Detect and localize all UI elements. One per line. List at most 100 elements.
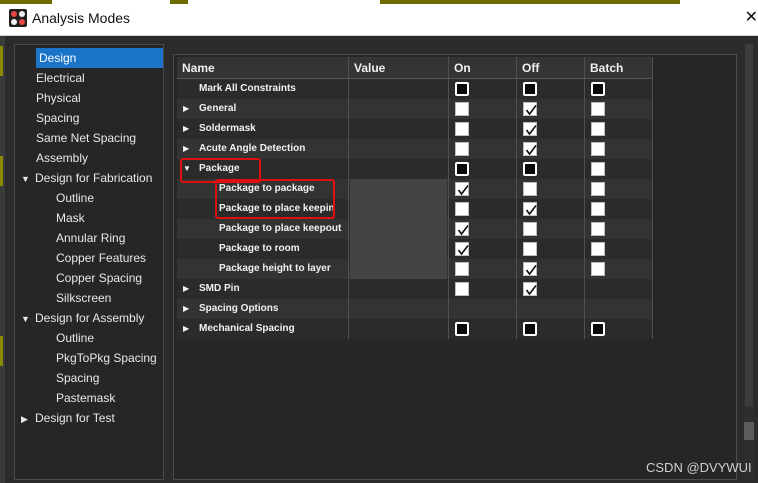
- value-cell[interactable]: [349, 319, 449, 339]
- value-cell[interactable]: [349, 279, 449, 299]
- sidebar-item[interactable]: Electrical: [36, 68, 85, 88]
- off-checkbox[interactable]: [523, 102, 537, 116]
- value-field[interactable]: [350, 179, 447, 199]
- on-checkbox[interactable]: [455, 82, 469, 96]
- grid-row[interactable]: Package to room: [177, 239, 653, 259]
- batch-checkbox[interactable]: [591, 122, 605, 136]
- grid-row[interactable]: Mark All Constraints: [177, 79, 653, 99]
- close-icon[interactable]: ✕: [744, 8, 758, 28]
- sidebar-item[interactable]: Spacing: [56, 368, 99, 388]
- on-checkbox[interactable]: [455, 102, 469, 116]
- batch-checkbox[interactable]: [591, 322, 605, 336]
- grid-row[interactable]: ▶ Mechanical Spacing: [177, 319, 653, 339]
- value-field[interactable]: [350, 219, 447, 239]
- sidebar-item[interactable]: Silkscreen: [56, 288, 111, 308]
- value-cell[interactable]: [349, 239, 449, 259]
- value-cell[interactable]: [349, 199, 449, 219]
- column-header-on[interactable]: On: [449, 57, 517, 79]
- off-checkbox[interactable]: [523, 262, 537, 276]
- column-header-name[interactable]: Name: [177, 57, 349, 79]
- expand-icon[interactable]: ▶: [183, 139, 189, 159]
- batch-checkbox[interactable]: [591, 142, 605, 156]
- column-header-batch[interactable]: Batch: [585, 57, 653, 79]
- value-cell[interactable]: [349, 299, 449, 319]
- grid-row[interactable]: ▶ SMD Pin: [177, 279, 653, 299]
- batch-checkbox[interactable]: [591, 202, 605, 216]
- value-cell[interactable]: [349, 259, 449, 279]
- expand-icon[interactable]: ▶: [183, 119, 189, 139]
- sidebar-item[interactable]: ▶ Design for Test: [21, 408, 115, 428]
- on-checkbox[interactable]: [455, 262, 469, 276]
- expand-right-icon[interactable]: ▶: [21, 409, 35, 429]
- sidebar-item[interactable]: Same Net Spacing: [36, 128, 136, 148]
- scrollbar-track[interactable]: [745, 44, 753, 406]
- sidebar-item[interactable]: Mask: [56, 208, 85, 228]
- batch-checkbox[interactable]: [591, 242, 605, 256]
- on-checkbox[interactable]: [455, 222, 469, 236]
- off-checkbox[interactable]: [523, 182, 537, 196]
- on-checkbox[interactable]: [455, 182, 469, 196]
- grid-row[interactable]: ▶ Acute Angle Detection: [177, 139, 653, 159]
- expand-down-icon[interactable]: ▼: [21, 169, 35, 189]
- on-checkbox[interactable]: [455, 162, 469, 176]
- value-field[interactable]: [350, 199, 447, 219]
- sidebar-item[interactable]: Pastemask: [56, 388, 115, 408]
- grid-row[interactable]: Package to place keepin: [177, 199, 653, 219]
- off-checkbox[interactable]: [523, 202, 537, 216]
- column-header-off[interactable]: Off: [517, 57, 585, 79]
- grid-row[interactable]: Package to place keepout: [177, 219, 653, 239]
- grid-row[interactable]: ▶ General: [177, 99, 653, 119]
- sidebar-item[interactable]: Annular Ring: [56, 228, 125, 248]
- scrollbar-thumb[interactable]: [744, 422, 754, 440]
- on-checkbox[interactable]: [455, 202, 469, 216]
- grid-row[interactable]: Package height to layer: [177, 259, 653, 279]
- sidebar-item[interactable]: Spacing: [36, 108, 79, 128]
- grid-row[interactable]: ▶ Spacing Options: [177, 299, 653, 319]
- value-cell[interactable]: [349, 219, 449, 239]
- sidebar-item[interactable]: Copper Spacing: [56, 268, 142, 288]
- value-cell[interactable]: [349, 179, 449, 199]
- off-checkbox[interactable]: [523, 242, 537, 256]
- batch-checkbox[interactable]: [591, 82, 605, 96]
- category-tree[interactable]: Design Electrical Physical Spacing Same Net …: [14, 44, 164, 480]
- column-header-value[interactable]: Value: [349, 57, 449, 79]
- grid-row[interactable]: Package to package: [177, 179, 653, 199]
- sidebar-item[interactable]: PkgToPkg Spacing: [56, 348, 157, 368]
- expand-icon[interactable]: ▶: [183, 99, 189, 119]
- on-checkbox[interactable]: [455, 122, 469, 136]
- sidebar-item[interactable]: ▼ Design for Assembly: [21, 308, 144, 328]
- off-checkbox[interactable]: [523, 122, 537, 136]
- batch-checkbox[interactable]: [591, 182, 605, 196]
- expand-down-icon[interactable]: ▼: [21, 309, 35, 329]
- batch-checkbox[interactable]: [591, 262, 605, 276]
- off-checkbox[interactable]: [523, 322, 537, 336]
- value-field[interactable]: [350, 259, 447, 279]
- value-cell[interactable]: [349, 139, 449, 159]
- on-checkbox[interactable]: [455, 322, 469, 336]
- sidebar-item[interactable]: Outline: [56, 328, 94, 348]
- batch-checkbox[interactable]: [591, 102, 605, 116]
- off-checkbox[interactable]: [523, 142, 537, 156]
- sidebar-item[interactable]: ▼ Design for Fabrication: [21, 168, 152, 188]
- vertical-scrollbar[interactable]: [744, 44, 754, 480]
- on-checkbox[interactable]: [455, 142, 469, 156]
- on-checkbox[interactable]: [455, 282, 469, 296]
- off-checkbox[interactable]: [523, 222, 537, 236]
- value-cell[interactable]: [349, 79, 449, 99]
- value-field[interactable]: [350, 239, 447, 259]
- expand-icon[interactable]: ▶: [183, 299, 189, 319]
- value-cell[interactable]: [349, 119, 449, 139]
- value-cell[interactable]: [349, 159, 449, 179]
- sidebar-item[interactable]: Copper Features: [56, 248, 146, 268]
- expand-icon[interactable]: ▶: [183, 279, 189, 299]
- off-checkbox[interactable]: [523, 162, 537, 176]
- sidebar-item[interactable]: Physical: [36, 88, 81, 108]
- sidebar-item[interactable]: Outline: [56, 188, 94, 208]
- batch-checkbox[interactable]: [591, 222, 605, 236]
- value-cell[interactable]: [349, 99, 449, 119]
- sidebar-item[interactable]: Assembly: [36, 148, 88, 168]
- grid-row[interactable]: ▼ Package: [177, 159, 653, 179]
- on-checkbox[interactable]: [455, 242, 469, 256]
- expand-icon[interactable]: ▶: [183, 319, 189, 339]
- sidebar-item[interactable]: Design: [36, 48, 163, 68]
